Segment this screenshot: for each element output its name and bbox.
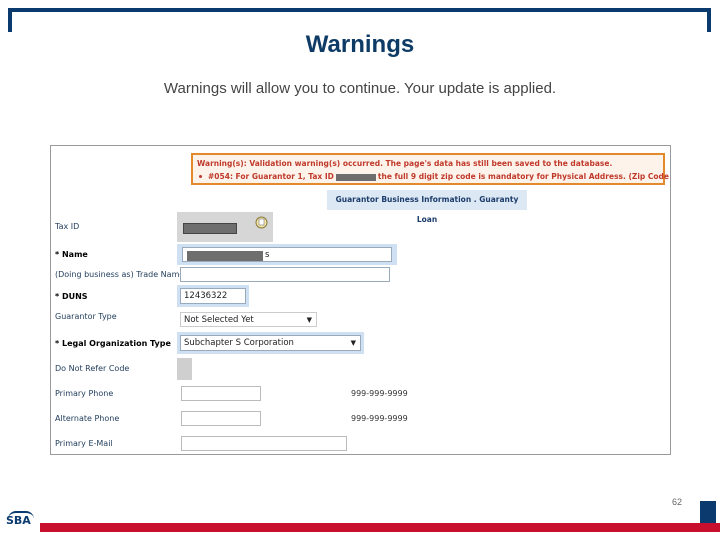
slide-title: Warnings (305, 31, 415, 58)
tax-id-redacted[interactable] (183, 223, 237, 234)
bullet-icon (199, 175, 202, 178)
trade-name-label: (Doing business as) Trade Name (55, 270, 185, 279)
chevron-down-icon: ▼ (350, 339, 356, 347)
do-not-refer-field[interactable] (177, 358, 192, 380)
name-value-tail: s (265, 250, 270, 260)
guarantor-type-select[interactable]: Not Selected Yet ▼ (180, 312, 317, 327)
primary-email-label: Primary E-Mail (55, 439, 113, 448)
tax-id-label: Tax ID (55, 222, 80, 231)
duns-label: * DUNS (55, 292, 88, 301)
warning-item-prefix: #054: For Guarantor 1, Tax ID (208, 172, 334, 181)
guarantor-type-label: Guarantor Type (55, 312, 117, 321)
slide-subtitle: Warnings will allow you to continue. You… (163, 80, 557, 97)
footer-red-bar (40, 523, 720, 532)
primary-phone-format: 999-999-9999 (351, 389, 408, 398)
validation-warning-box: Warning(s): Validation warning(s) occurr… (191, 153, 670, 185)
sba-logo: SBA (6, 514, 31, 527)
primary-phone-field[interactable] (181, 386, 261, 401)
legal-org-value: Subchapter S Corporation (184, 338, 294, 348)
top-border-bar (8, 8, 711, 32)
page-number: 62 (672, 497, 683, 507)
lookup-icon[interactable] (255, 216, 268, 229)
form-screenshot: Warning(s): Validation warning(s) occurr… (50, 145, 671, 455)
redaction-bar (335, 173, 376, 181)
primary-phone-label: Primary Phone (55, 389, 114, 398)
tax-id-field-wrapper (177, 212, 273, 242)
name-redacted (187, 251, 263, 261)
warning-item: #054: For Guarantor 1, Tax ID the full 9 … (197, 170, 670, 183)
trade-name-field[interactable] (180, 267, 390, 282)
guarantor-type-value: Not Selected Yet (184, 315, 254, 325)
legal-org-select[interactable]: Subchapter S Corporation ▼ (180, 335, 361, 351)
chevron-down-icon: ▼ (306, 316, 312, 324)
primary-email-field[interactable] (181, 436, 347, 451)
alternate-phone-format: 999-999-9999 (351, 414, 408, 423)
warning-header: Warning(s): Validation warning(s) occurr… (197, 159, 613, 168)
name-field[interactable]: s (182, 247, 392, 262)
alternate-phone-label: Alternate Phone (55, 414, 120, 423)
alternate-phone-field[interactable] (181, 411, 261, 426)
section-tab[interactable]: Guarantor Business Information . Guarant… (327, 190, 527, 224)
legal-org-label: * Legal Organization Type (55, 339, 171, 348)
footer-blue-accent (700, 501, 716, 523)
warning-item-suffix: the full 9 digit zip code is mandatory f… (377, 172, 671, 181)
do-not-refer-label: Do Not Refer Code (55, 364, 130, 373)
duns-field[interactable]: 12436322 (180, 288, 246, 304)
name-label: * Name (55, 250, 88, 259)
